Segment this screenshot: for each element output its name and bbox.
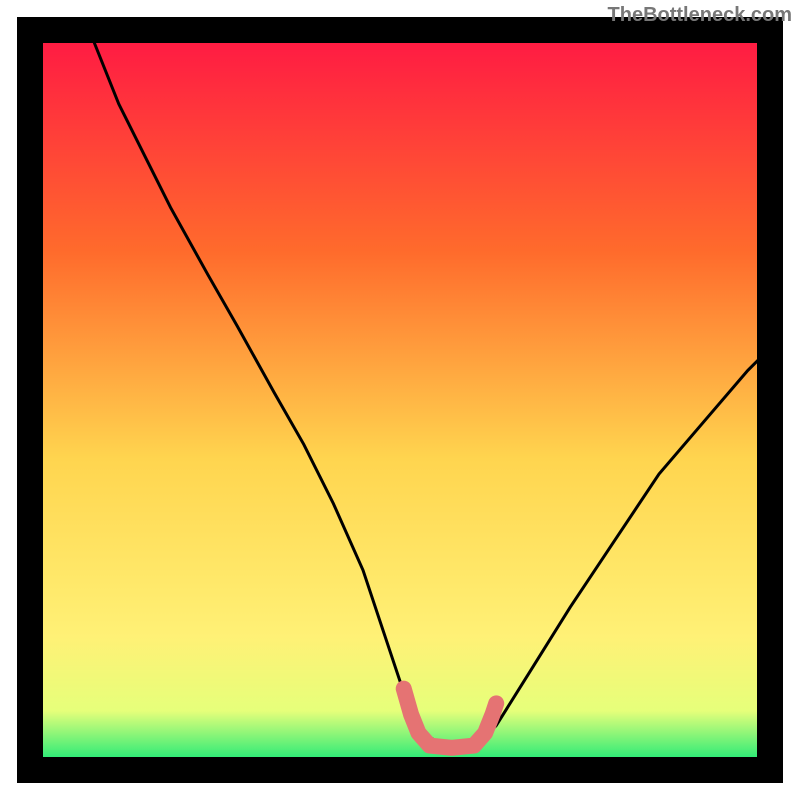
chart-container: TheBottleneck.com xyxy=(0,0,800,800)
plot-background xyxy=(30,30,770,770)
chart-svg xyxy=(0,0,800,800)
watermark-text: TheBottleneck.com xyxy=(608,4,792,27)
